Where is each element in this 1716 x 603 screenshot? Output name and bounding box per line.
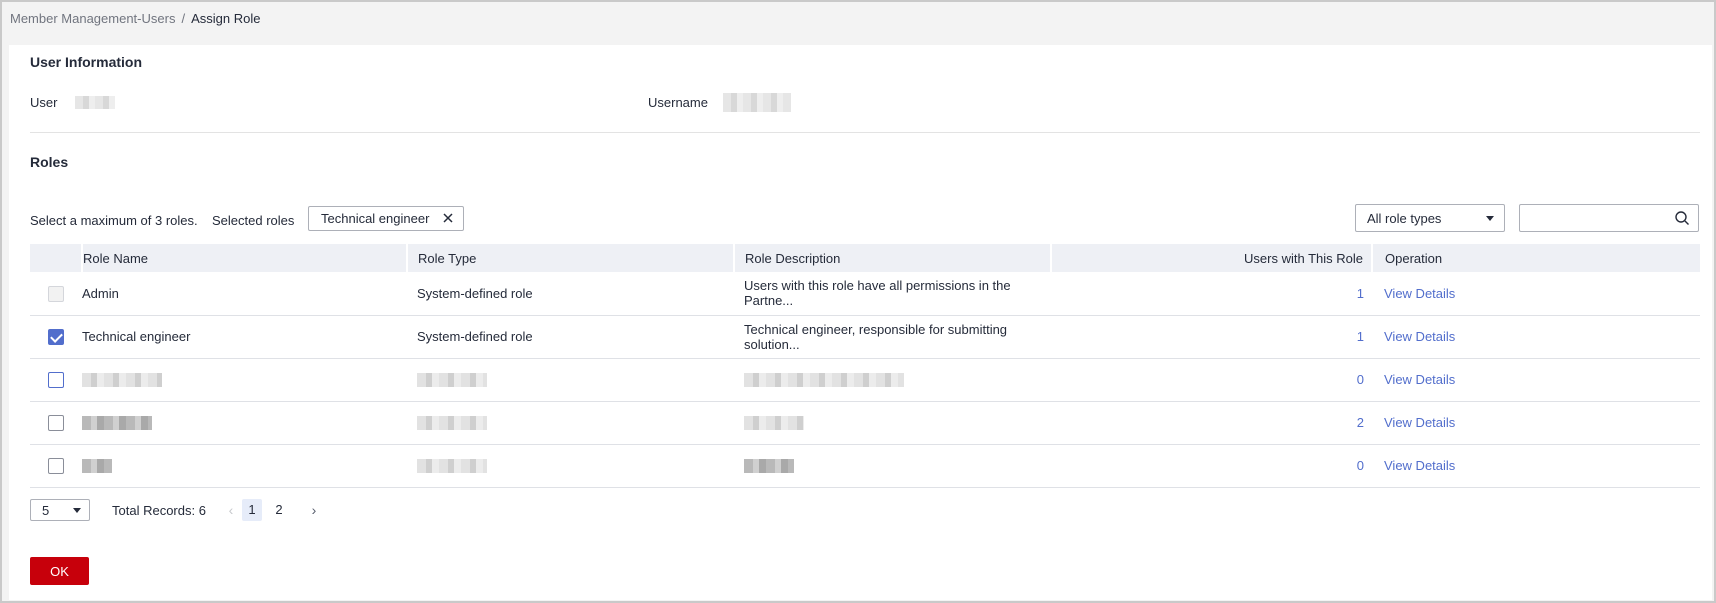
role-name-cell: Technical engineer xyxy=(82,315,407,359)
row-checkbox[interactable] xyxy=(48,457,64,474)
selected-role-tag: Technical engineer xyxy=(308,206,464,231)
header-users-with-role: Users with This Role xyxy=(1051,244,1373,272)
assign-role-card: User Information User Username Roles Sel… xyxy=(9,45,1712,600)
users-count-link[interactable]: 2 xyxy=(1051,401,1372,445)
role-description-cell: Users with this role have all permission… xyxy=(734,272,1051,316)
table-row: Admin System-defined role Users with thi… xyxy=(30,272,1700,316)
breadcrumb-member-management[interactable]: Member Management-Users xyxy=(10,11,175,26)
role-type-cell: System-defined role xyxy=(407,315,734,359)
view-details-link[interactable]: View Details xyxy=(1384,329,1455,344)
chevron-right-icon[interactable]: › xyxy=(304,500,324,520)
search-icon[interactable] xyxy=(1674,210,1690,226)
role-name-cell xyxy=(82,358,407,402)
row-checkbox[interactable] xyxy=(48,371,64,388)
redacted-text xyxy=(744,459,794,474)
redacted-text xyxy=(744,416,804,431)
breadcrumb-separator: / xyxy=(181,10,186,26)
redacted-text xyxy=(417,373,487,388)
selected-roles-label: Selected roles xyxy=(212,213,295,228)
user-label: User xyxy=(30,95,58,110)
table-row: 0 View Details xyxy=(30,358,1700,402)
header-role-name: Role Name xyxy=(82,244,408,272)
search-box xyxy=(1519,204,1699,232)
breadcrumb: Member Management-Users / Assign Role xyxy=(10,8,260,28)
roles-title: Roles xyxy=(30,154,69,170)
total-records: Total Records: 6 xyxy=(112,503,206,518)
page-size-select[interactable]: 5 xyxy=(30,499,90,521)
role-description-cell: Technical engineer, responsible for subm… xyxy=(734,315,1051,359)
redacted-text xyxy=(82,416,152,431)
page-button-2[interactable]: 2 xyxy=(269,499,289,521)
chevron-left-icon[interactable]: ‹ xyxy=(221,500,241,520)
chevron-down-icon xyxy=(73,508,81,513)
role-type-cell xyxy=(407,401,734,445)
role-type-cell xyxy=(407,358,734,402)
max-roles-hint: Select a maximum of 3 roles. xyxy=(30,213,198,228)
page-button-1[interactable]: 1 xyxy=(242,499,262,521)
page-size-value: 5 xyxy=(42,502,50,518)
user-value-redacted xyxy=(75,96,115,109)
role-description-cell xyxy=(734,444,1051,488)
role-name-cell xyxy=(82,444,407,488)
view-details-link[interactable]: View Details xyxy=(1384,286,1455,301)
header-checkbox-cell xyxy=(30,244,83,272)
selected-role-tag-label: Technical engineer xyxy=(321,211,430,226)
users-count-link[interactable]: 0 xyxy=(1051,358,1372,402)
view-details-link[interactable]: View Details xyxy=(1384,458,1455,473)
table-row: Technical engineer System-defined role T… xyxy=(30,315,1700,359)
username-value-redacted xyxy=(723,93,791,112)
view-details-link[interactable]: View Details xyxy=(1384,372,1455,387)
role-type-filter[interactable]: All role types xyxy=(1355,204,1505,232)
row-checkbox[interactable] xyxy=(48,414,64,431)
close-icon[interactable] xyxy=(441,211,455,225)
user-information-title: User Information xyxy=(30,54,143,70)
role-description-cell xyxy=(734,401,1051,445)
role-type-filter-value: All role types xyxy=(1367,210,1442,226)
ok-button[interactable]: OK xyxy=(30,557,89,585)
username-label: Username xyxy=(648,95,708,110)
app-frame: Member Management-Users / Assign Role Us… xyxy=(0,0,1716,603)
redacted-text xyxy=(82,373,162,388)
users-count-link[interactable]: 0 xyxy=(1051,444,1372,488)
role-type-cell xyxy=(407,444,734,488)
role-name-cell: Admin xyxy=(82,272,407,316)
role-name-cell xyxy=(82,401,407,445)
users-count-link[interactable]: 1 xyxy=(1051,272,1372,316)
header-role-description: Role Description xyxy=(734,244,1052,272)
header-operation: Operation xyxy=(1372,244,1700,272)
search-input[interactable] xyxy=(1526,205,1666,229)
breadcrumb-current: Assign Role xyxy=(191,10,261,26)
row-checkbox[interactable] xyxy=(48,328,64,345)
redacted-text xyxy=(417,416,487,431)
header-role-type: Role Type xyxy=(407,244,735,272)
redacted-text xyxy=(744,373,904,388)
row-checkbox xyxy=(48,285,64,302)
role-type-cell: System-defined role xyxy=(407,272,734,316)
redacted-text xyxy=(82,459,112,474)
redacted-text xyxy=(417,459,487,474)
chevron-down-icon xyxy=(1486,216,1494,221)
table-row: 2 View Details xyxy=(30,401,1700,445)
role-description-cell xyxy=(734,358,1051,402)
table-row: 0 View Details xyxy=(30,444,1700,488)
roles-table: Role Name Role Type Role Description Use… xyxy=(30,244,1700,488)
section-divider xyxy=(30,132,1700,133)
users-count-link[interactable]: 1 xyxy=(1051,315,1372,359)
view-details-link[interactable]: View Details xyxy=(1384,415,1455,430)
table-header-row: Role Name Role Type Role Description Use… xyxy=(30,244,1700,272)
